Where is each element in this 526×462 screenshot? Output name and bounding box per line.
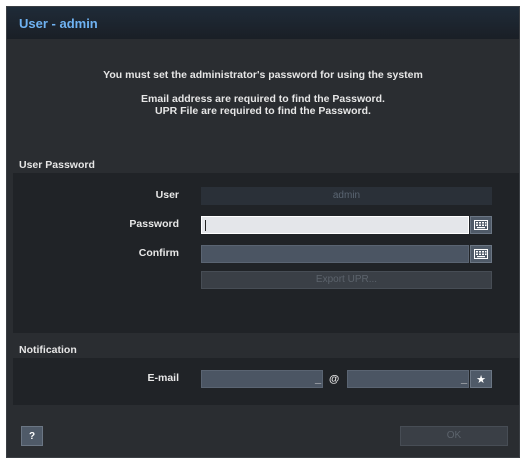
help-button[interactable]: ? xyxy=(21,426,43,446)
user-password-section-label: User Password xyxy=(19,159,95,171)
title-bar: User - admin xyxy=(7,7,519,39)
email-required-message: Email address are required to find the P… xyxy=(141,93,385,105)
export-upr-button[interactable]: Export UPR... xyxy=(201,271,492,289)
email-user-suffix: _ xyxy=(315,373,322,385)
upr-required-message: UPR File are required to find the Passwo… xyxy=(155,105,371,117)
user-password-panel: User admin Password Confirm Export UPR..… xyxy=(13,173,519,333)
confirm-input[interactable] xyxy=(201,245,469,263)
confirm-label: Confirm xyxy=(138,247,179,259)
user-field: admin xyxy=(201,187,492,205)
confirm-keyboard-button[interactable] xyxy=(470,245,492,263)
user-label: User xyxy=(155,189,179,201)
email-at-sign: @ xyxy=(329,373,340,385)
admin-password-message: You must set the administrator's passwor… xyxy=(103,69,423,81)
keyboard-icon xyxy=(474,249,488,259)
password-keyboard-button[interactable] xyxy=(470,216,492,234)
password-input[interactable] xyxy=(201,216,469,234)
keyboard-icon xyxy=(474,220,488,230)
email-user-input[interactable]: _ xyxy=(201,370,323,388)
email-label: E-mail xyxy=(147,372,179,384)
password-label: Password xyxy=(129,218,179,230)
user-admin-dialog: User - admin You must set the administra… xyxy=(6,6,520,458)
email-favorites-button[interactable]: ★ xyxy=(470,370,492,388)
notification-section-label: Notification xyxy=(19,344,77,356)
text-caret xyxy=(205,220,206,231)
email-domain-suffix: _ xyxy=(461,373,468,385)
notification-panel: E-mail _ @ _ ★ xyxy=(13,358,519,405)
ok-button[interactable]: OK xyxy=(400,426,508,446)
email-domain-input[interactable]: _ xyxy=(347,370,469,388)
star-icon: ★ xyxy=(476,373,486,386)
dialog-title: User - admin xyxy=(19,16,98,31)
